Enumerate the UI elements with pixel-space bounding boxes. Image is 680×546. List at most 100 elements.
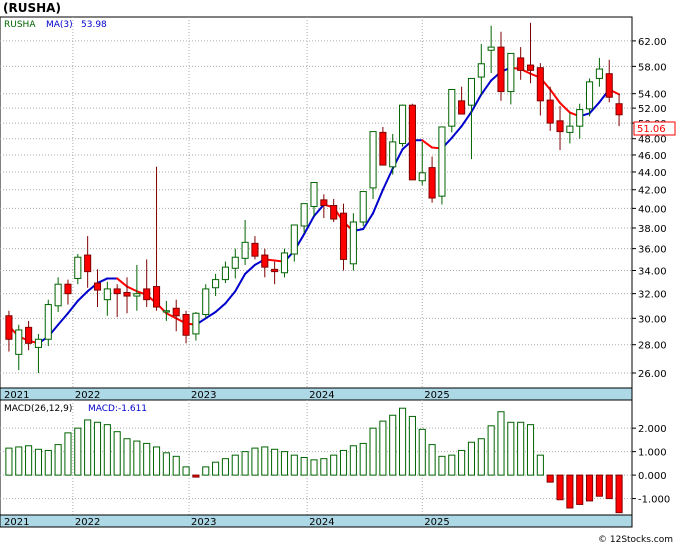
candle-body (595, 68, 603, 79)
candle-body (113, 288, 121, 295)
price-tick-label: 28.00 (638, 341, 667, 352)
candle-body (93, 282, 102, 291)
candle-body (536, 67, 544, 102)
macd-bar (212, 461, 220, 476)
candle-body (290, 224, 298, 255)
symbol-legend: RUSHA (4, 20, 36, 30)
price-tick-label: 30.00 (638, 314, 667, 325)
candle-body (339, 212, 348, 260)
price-tick-label: 42.00 (638, 186, 667, 197)
macd-year-label: 2025 (424, 517, 449, 528)
candle-body (172, 307, 180, 317)
macd-bar (64, 432, 72, 476)
candle-body (103, 288, 111, 301)
chart-title: (RUSHA) (3, 1, 61, 15)
candle-body (74, 256, 82, 279)
candle-body (251, 242, 259, 257)
candle-body (34, 338, 42, 348)
candle-body (231, 256, 239, 269)
candle-body (261, 254, 269, 268)
macd-bar (143, 442, 151, 476)
macd-tick-label: 0.000 (638, 471, 667, 482)
candle-body (467, 77, 476, 106)
macd-bar (546, 474, 554, 483)
macd-bar (54, 444, 62, 476)
macd-bar (349, 445, 357, 476)
macd-bar (152, 446, 161, 476)
candle-body (202, 288, 210, 316)
macd-bar (5, 447, 13, 476)
ma-value-legend: 53.98 (81, 20, 107, 30)
macd-bar (123, 438, 131, 476)
candle-body (369, 131, 377, 189)
price-tick-label: 40.00 (638, 204, 667, 215)
candle-body (241, 241, 249, 259)
price-tick-label: 46.00 (638, 151, 667, 162)
candle-body (64, 283, 72, 295)
macd-year-label: 2023 (191, 517, 216, 528)
price-tick-label: 26.00 (638, 369, 667, 380)
candle-body (162, 310, 170, 313)
macd-bar (34, 448, 42, 476)
ma-legend: MA(3) (46, 20, 73, 30)
price-tick-label: 36.00 (638, 245, 667, 256)
macd-bar (182, 466, 190, 476)
candle-body (477, 63, 485, 78)
macd-bar (192, 474, 200, 478)
candle-body (44, 304, 52, 340)
candle-body (359, 191, 367, 223)
macd-bar (251, 447, 259, 476)
year-label: 2023 (191, 390, 216, 401)
macd-bar (526, 424, 535, 476)
macd-bar (133, 440, 141, 476)
price-tick-label: 44.00 (638, 168, 667, 179)
candle-body (143, 288, 151, 301)
macd-bar (605, 474, 613, 500)
candle-body (566, 125, 574, 133)
macd-bar (231, 454, 239, 476)
price-tick-label: 62.00 (638, 37, 667, 48)
price-tick-label: 54.00 (638, 90, 667, 101)
macd-bar (556, 474, 564, 501)
macd-bar (162, 452, 170, 476)
macd-tick-label: -1.000 (638, 495, 670, 506)
candle-body (418, 172, 426, 182)
macd-bar (280, 451, 289, 476)
macd-bar (261, 446, 269, 476)
macd-bar (507, 421, 515, 476)
candle-body (310, 182, 318, 207)
macd-bar (113, 431, 121, 476)
price-tick-label: 32.00 (638, 290, 667, 301)
candle-body (605, 73, 613, 98)
candle-body (152, 286, 161, 308)
candle-body (615, 103, 623, 116)
macd-bar (458, 449, 466, 476)
candle-body (192, 312, 200, 335)
year-label: 2022 (75, 390, 100, 401)
macd-bar (467, 441, 476, 476)
macd-bar (615, 474, 623, 514)
candle-body (379, 131, 387, 166)
candle-body (212, 279, 220, 289)
candle-body (576, 109, 584, 127)
price-tick-label: 58.00 (638, 62, 667, 73)
year-label: 2025 (424, 390, 449, 401)
macd-bar (497, 411, 505, 476)
macd-value-label: MACD:-1.611 (88, 404, 147, 414)
macd-bar (576, 474, 584, 505)
candle-body (487, 46, 495, 51)
macd-bar (271, 448, 279, 476)
candle-body (428, 167, 436, 199)
candle-body (399, 104, 407, 145)
candle-body (389, 141, 397, 168)
macd-bar (300, 457, 308, 476)
candle-body (5, 315, 13, 340)
macd-bar (202, 466, 210, 476)
macd-bar (93, 421, 102, 476)
macd-bar (399, 407, 407, 476)
stock-chart: (RUSHA) 62.0058.0054.0052.0050.0048.0046… (0, 1, 676, 545)
macd-year-label: 2022 (75, 517, 100, 528)
macd-bar (320, 458, 328, 476)
macd-y-axis: 2.000 1.000 0.000 -1.000 (632, 424, 670, 506)
candle-body (349, 221, 357, 265)
